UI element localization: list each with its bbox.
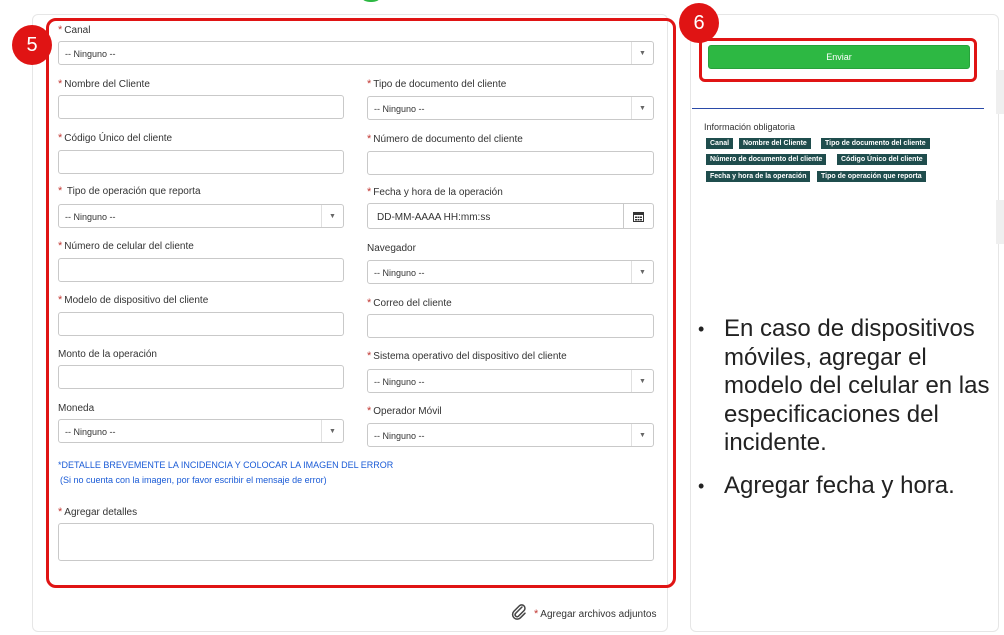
step-badge-6: 6 bbox=[679, 3, 719, 43]
required-tag: Tipo de operación que reporta bbox=[817, 171, 926, 182]
required-tag: Número de documento del cliente bbox=[706, 154, 827, 165]
paperclip-icon bbox=[510, 603, 528, 624]
required-tag: Nombre del Cliente bbox=[739, 138, 811, 149]
step-badge-5: 5 bbox=[12, 25, 52, 65]
annotation-notes: • En caso de dispositivos móviles, agreg… bbox=[696, 315, 996, 514]
page: * Canal -- Ninguno -- ▼ * Nombre del Clien… bbox=[0, 0, 1004, 635]
required-tag: Canal bbox=[706, 138, 734, 149]
required-info-title: Información obligatoria bbox=[704, 122, 796, 132]
highlight-frame-form bbox=[46, 18, 676, 588]
attachments-link[interactable]: * Agregar archivos adjuntos bbox=[510, 603, 656, 624]
top-indicator bbox=[358, 0, 384, 2]
sidebar-divider bbox=[692, 108, 984, 109]
bullet-text: En caso de dispositivos móviles, agregar… bbox=[724, 315, 990, 456]
edge-strip bbox=[996, 70, 1004, 114]
annotation-bullet: • En caso de dispositivos móviles, agreg… bbox=[696, 315, 996, 458]
annotation-bullet: • Agregar fecha y hora. bbox=[698, 471, 955, 499]
required-tag: Código Único del cliente bbox=[837, 154, 927, 165]
highlight-frame-submit bbox=[699, 38, 977, 82]
bullet-text: Agregar fecha y hora. bbox=[724, 471, 955, 499]
edge-strip bbox=[996, 200, 1004, 244]
required-tag: Tipo de documento del cliente bbox=[821, 138, 930, 149]
required-tag: Fecha y hora de la operación bbox=[706, 171, 811, 182]
